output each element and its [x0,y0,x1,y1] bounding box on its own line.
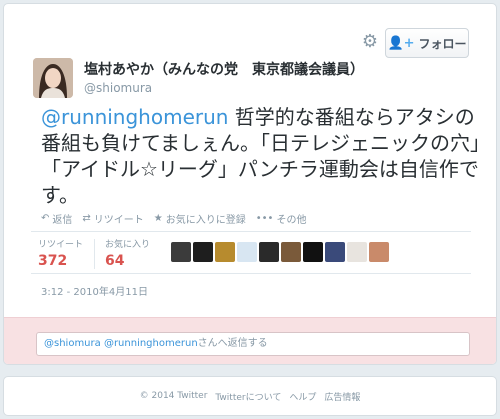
favoriter-avatar[interactable] [369,242,389,262]
reply-label: 返信 [52,215,73,226]
display-name[interactable]: 塩村あやか（みんなの党 東京都議会議員） [84,59,364,79]
retweet-icon: ⇄ [82,213,91,224]
avatar[interactable] [33,58,73,98]
divider [31,273,471,274]
tweet-timestamp[interactable]: 3:12 - 2010年4月11日 [41,283,148,298]
tweet-text: @runninghomerun 哲学的な番組ならアタシの番組も負けてましぇん。「… [41,104,481,208]
footer-link-about[interactable]: Twitterについて [215,390,281,403]
favoriter-avatar[interactable] [215,242,235,262]
copyright: © 2014 Twitter [139,391,208,401]
follow-label: フォロー [418,36,467,51]
footer-link-help[interactable]: ヘルプ [289,390,316,403]
favoriter-avatar[interactable] [237,242,257,262]
mention-link[interactable]: @runninghomerun [41,105,228,129]
favorite-stat[interactable]: お気に入り 64 [105,237,161,269]
retweet-action[interactable]: ⇄ リツイート [82,211,143,226]
tweet-stats: リツイート 372 お気に入り 64 [38,237,161,269]
reply-suffix: さんへ返信する [197,338,268,349]
tweet-actions: ↶ 返信 ⇄ リツイート ★ お気に入りに登録 ••• その他 [41,211,306,226]
retweet-stat[interactable]: リツイート 372 [38,237,94,269]
footer: © 2014 Twitter Twitterについて ヘルプ 広告情報 [3,376,497,416]
tweet-card: ⚙ 👤+ フォロー 塩村あやか（みんなの党 東京都議会議員） @shiomura… [3,3,497,365]
reply-action[interactable]: ↶ 返信 [41,211,72,226]
favorite-label: お気に入りに登録 [165,215,246,226]
add-user-icon: 👤+ [387,35,415,51]
favoriter-avatar[interactable] [325,242,345,262]
favorite-count: 64 [105,253,125,269]
gear-icon[interactable]: ⚙ [360,32,380,52]
favorite-stat-label: お気に入り [105,240,151,250]
favoriter-avatar[interactable] [171,242,191,262]
more-action[interactable]: ••• その他 [256,211,307,226]
favoriter-avatar[interactable] [281,242,301,262]
reply-input[interactable]: @shiomura @runninghomerunさんへ返信する [36,332,470,356]
favoriter-avatar[interactable] [347,242,367,262]
favoriter-avatar[interactable] [193,242,213,262]
reply-icon: ↶ [41,213,50,224]
favorite-action[interactable]: ★ お気に入りに登録 [154,211,246,226]
more-label: その他 [276,215,307,226]
more-icon: ••• [255,213,274,224]
username[interactable]: @shiomura [84,81,152,95]
favoriter-avatar[interactable] [259,242,279,262]
reply-area: @shiomura @runninghomerunさんへ返信する [4,317,496,364]
divider [31,231,471,232]
favoriter-avatar[interactable] [303,242,323,262]
reply-mentions: @shiomura @runninghomerun [44,338,198,349]
retweet-label: リツイート [93,215,144,226]
retweet-stat-label: リツイート [38,240,84,250]
star-icon: ★ [153,213,163,224]
follow-button[interactable]: 👤+ フォロー [385,28,469,58]
favoriter-avatars [171,242,389,262]
footer-link-ads[interactable]: 広告情報 [324,390,360,403]
stat-divider [94,239,95,269]
retweet-count: 372 [38,253,68,269]
